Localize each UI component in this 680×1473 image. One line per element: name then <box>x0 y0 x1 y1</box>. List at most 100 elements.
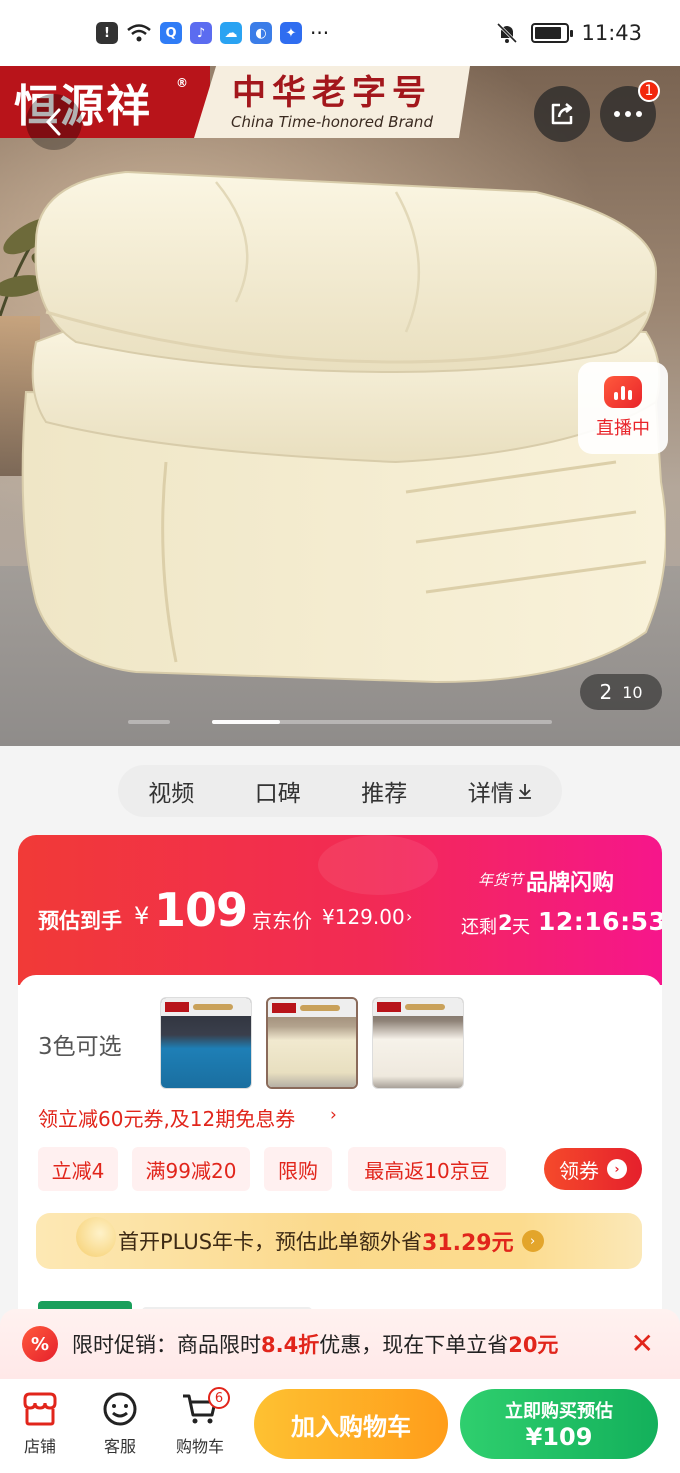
buy-now-price: ¥109 <box>525 1423 593 1451</box>
image-index: 2 <box>599 680 613 704</box>
status-icons: ! Q ♪ ☁ ◐ ✦ ··· <box>96 21 329 45</box>
price-card: 预估到手 ¥ 109 京东价 ¥129.00 › 年货节 品牌闪购 还剩 2 天… <box>18 835 662 1335</box>
promo-tag: 立减4 <box>38 1147 118 1191</box>
close-icon[interactable]: ✕ <box>631 1327 654 1360</box>
colors-available-label[interactable]: 3色可选 <box>38 1027 122 1061</box>
color-swatch-blue[interactable] <box>160 997 252 1089</box>
cart-button[interactable]: 6 购物车 <box>170 1387 230 1461</box>
limited-promo-banner[interactable]: % 限时促销：商品限时8.4折优惠，现在下单立省20元 ✕ <box>0 1309 680 1379</box>
back-button[interactable] <box>26 94 82 150</box>
brand-tagline: 中华老字号 China Time-honored Brand <box>194 66 470 138</box>
estimated-price: 109 <box>154 883 248 937</box>
promo-text-prefix: 限时促销：商品限时 <box>72 1333 261 1357</box>
tab-video[interactable]: 视频 <box>148 774 194 808</box>
buy-now-button[interactable]: 立即购买预估 ¥109 <box>460 1389 658 1459</box>
status-right: 11:43 <box>495 21 642 45</box>
live-stream-button[interactable]: 直播中 <box>578 362 668 454</box>
jd-price-label[interactable]: 京东价 <box>252 905 312 934</box>
claim-coupon-label: 领券 <box>559 1158 599 1183</box>
jd-price-arrow[interactable]: › <box>406 907 412 926</box>
image-counter: 2 10 <box>580 674 662 710</box>
estimated-price-label: 预估到手 <box>38 909 122 933</box>
music-app-icon: ♪ <box>190 22 212 44</box>
flash-sale-title: 品牌闪购 <box>526 871 615 896</box>
quilt-product-image <box>21 170 666 684</box>
promo-tag: 最高返10京豆 <box>348 1147 506 1191</box>
color-swatch-cream[interactable] <box>266 997 358 1089</box>
swatch-header <box>161 998 251 1016</box>
coupon-offer-link[interactable]: 领立减60元券,及12期免息券 <box>38 1103 295 1132</box>
live-label: 直播中 <box>596 418 650 439</box>
cart-count-badge: 6 <box>208 1387 230 1409</box>
new-year-festival-label: 年货节 <box>478 871 524 889</box>
cart-label: 购物车 <box>175 1437 224 1456</box>
store-label: 店铺 <box>23 1437 56 1456</box>
moon-decoration <box>76 1217 116 1257</box>
weather-app-icon: ☁ <box>220 22 242 44</box>
product-page: ! Q ♪ ☁ ◐ ✦ ··· 11:43 恒源祥 ® 中华老字号 China … <box>0 0 680 1473</box>
arrow-right-icon: › <box>521 1230 544 1252</box>
image-total: 10 <box>622 682 643 702</box>
more-button[interactable]: 1 <box>600 80 660 142</box>
arrow-right-icon: › <box>607 1159 627 1179</box>
remaining-label: 还剩 <box>461 917 497 938</box>
customer-service-icon <box>103 1392 137 1426</box>
registered-mark: ® <box>176 76 190 90</box>
promo-tag: 限购 <box>264 1147 332 1191</box>
buy-now-label: 立即购买预估 <box>505 1401 613 1422</box>
clock: 11:43 <box>581 21 642 45</box>
share-icon <box>551 103 573 125</box>
product-image-carousel[interactable]: 恒源祥 ® 中华老字号 China Time-honored Brand 1 直… <box>0 66 680 746</box>
add-to-cart-button[interactable]: 加入购物车 <box>254 1389 448 1459</box>
chevron-left-icon <box>45 108 61 136</box>
carousel-progress-video <box>128 720 170 724</box>
price-header: 预估到手 ¥ 109 京东价 ¥129.00 › 年货节 品牌闪购 还剩 2 天… <box>18 835 662 985</box>
tab-reviews[interactable]: 口碑 <box>255 774 301 808</box>
tab-recommend[interactable]: 推荐 <box>361 774 407 808</box>
live-icon <box>604 376 642 408</box>
plus-membership-banner[interactable]: 首开PLUS年卡，预估此单额外省 31.29元 › <box>36 1213 642 1269</box>
promo-text: 限时促销：商品限时8.4折优惠，现在下单立省20元 <box>72 1329 558 1359</box>
carousel-progress-images <box>212 720 552 724</box>
remaining-days-unit: 天 <box>512 917 530 938</box>
customer-service-button[interactable]: 客服 <box>90 1391 150 1461</box>
tab-details-label: 详情 <box>467 781 514 807</box>
store-button[interactable]: 店铺 <box>10 1391 70 1461</box>
more-notifications: ··· <box>310 21 330 45</box>
remaining-days: 2 <box>498 911 513 935</box>
countdown-timer: 12:16:53 <box>538 907 662 936</box>
brand-tagline-cn: 中华老字号 <box>232 73 432 113</box>
promo-tag: 满99减20 <box>132 1147 250 1191</box>
color-swatch-white[interactable] <box>372 997 464 1089</box>
discount-icon: % <box>22 1326 58 1362</box>
tips-app-icon: ✦ <box>280 22 302 44</box>
more-badge: 1 <box>638 80 660 102</box>
mute-bell-icon <box>497 22 518 44</box>
wifi-icon <box>127 24 151 42</box>
promo-discount: 8.4折 <box>261 1333 320 1357</box>
search-app-icon: Q <box>160 22 182 44</box>
add-to-cart-label: 加入购物车 <box>291 1412 411 1441</box>
plus-save-amount: 31.29元 <box>422 1231 514 1256</box>
plus-text: 首开PLUS年卡，预估此单额外省 <box>118 1230 423 1254</box>
tab-details[interactable]: 详情 <box>468 774 532 808</box>
brand-tagline-en: China Time-honored Brand <box>231 113 433 131</box>
customer-service-label: 客服 <box>103 1437 136 1456</box>
store-icon <box>23 1392 57 1426</box>
swatch-header <box>373 998 463 1016</box>
claim-coupon-button[interactable]: 领券 › <box>544 1148 642 1190</box>
status-bar: ! Q ♪ ☁ ◐ ✦ ··· 11:43 <box>0 0 680 66</box>
coupon-arrow-icon[interactable]: › <box>330 1105 337 1125</box>
product-options: 3色可选 领立减60元券,及12期免息券 › 立减4 满99减20 限购 最高返… <box>18 975 662 1335</box>
alert-icon: ! <box>96 22 118 44</box>
browser-app-icon: ◐ <box>250 22 272 44</box>
carousel-progress-fill <box>212 720 280 724</box>
share-button[interactable] <box>534 86 590 142</box>
download-arrow-icon <box>518 784 531 799</box>
firework-decoration <box>318 835 438 895</box>
jd-price[interactable]: ¥129.00 <box>322 905 405 929</box>
section-tabs: 视频 口碑 推荐 详情 <box>118 765 562 817</box>
more-dots-icon <box>614 111 642 117</box>
battery-icon <box>531 23 574 43</box>
bottom-action-bar: 店铺 客服 6 购物车 加入购物车 立即购买预估 ¥109 <box>0 1379 680 1473</box>
